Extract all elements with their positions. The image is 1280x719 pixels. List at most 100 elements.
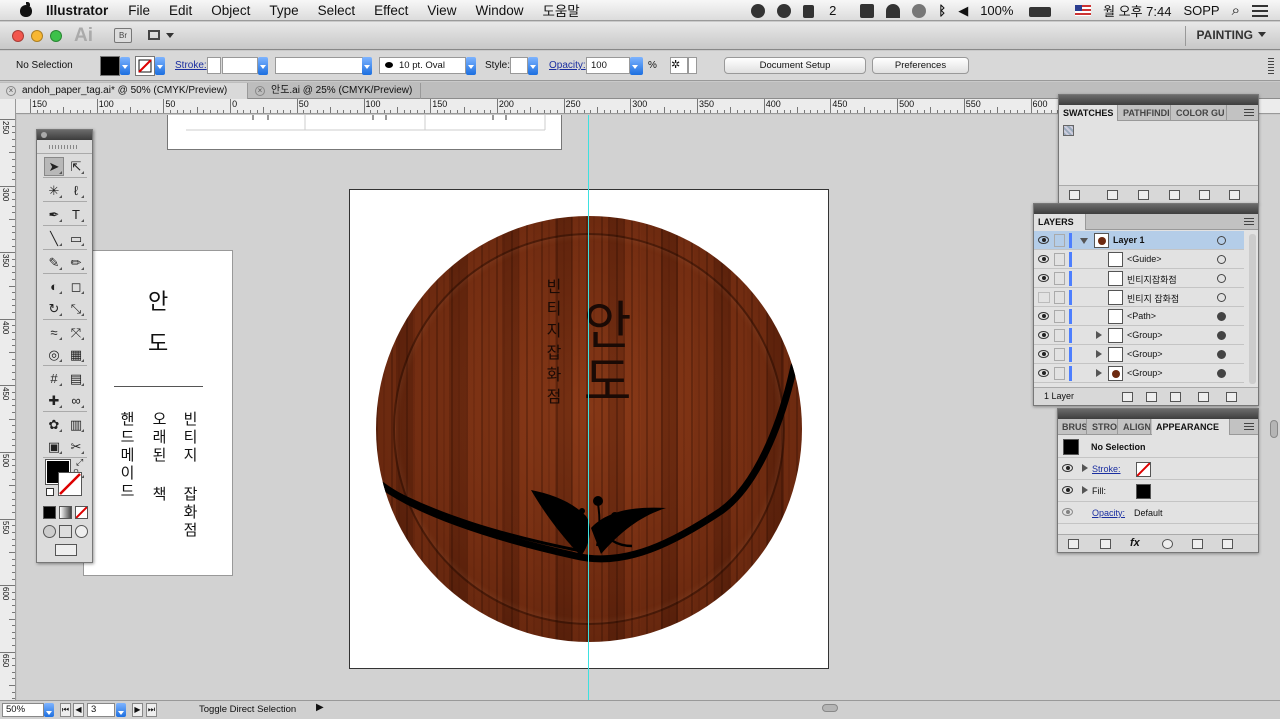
swatch-item[interactable]	[1063, 125, 1074, 136]
preferences-button[interactable]: Preferences	[872, 57, 969, 74]
visibility-eye-icon[interactable]	[1038, 255, 1049, 263]
profile-dropdown[interactable]	[362, 57, 372, 75]
stroke-none-swatch[interactable]	[1136, 462, 1151, 477]
arrange-documents-button[interactable]	[146, 28, 174, 43]
horizontal-scroll-thumb[interactable]	[822, 704, 838, 712]
artboard-number-field[interactable]: 3	[87, 703, 115, 717]
menu-clock[interactable]: 월 오후 7:44	[1103, 1, 1171, 20]
tab-ando[interactable]: × 안도.ai @ 25% (CMYK/Preview)	[249, 83, 421, 99]
visibility-eye-icon[interactable]	[1062, 486, 1073, 494]
next-artboard-button[interactable]: ▶	[132, 703, 143, 717]
warp-tool[interactable]: ≈	[44, 323, 64, 342]
tab-andoh-paper-tag[interactable]: × andoh_paper_tag.ai* @ 50% (CMYK/Previe…	[0, 83, 248, 99]
menu-select[interactable]: Select	[318, 3, 356, 18]
make-clipping-mask-icon[interactable]	[1146, 392, 1157, 402]
mesh-tool[interactable]: #	[44, 369, 64, 388]
appearance-fill-row[interactable]: Fill:	[1058, 481, 1258, 502]
menu-window[interactable]: Window	[475, 3, 523, 18]
brush-dropdown[interactable]	[466, 57, 476, 75]
artboard-dropdown[interactable]	[116, 703, 126, 717]
graph-tool[interactable]: ▥	[66, 415, 86, 434]
layer-row-sublayer[interactable]: <Group>	[1034, 364, 1244, 383]
none-mode-button[interactable]	[75, 506, 88, 519]
stroke-weight-input[interactable]	[222, 57, 258, 74]
notification-center-icon[interactable]	[1252, 4, 1268, 17]
scale-tool[interactable]: ⤡	[66, 299, 86, 318]
selection-tool[interactable]: ➤	[44, 157, 64, 176]
perspective-tool[interactable]: ▦	[66, 345, 86, 364]
document-setup-button[interactable]: Document Setup	[724, 57, 866, 74]
layer-name[interactable]: 빈티지 잡화점	[1127, 292, 1179, 305]
new-layer-icon[interactable]	[1198, 392, 1209, 402]
menu-app-name[interactable]: Illustrator	[46, 3, 108, 18]
recolor-artwork-button[interactable]: ✲	[670, 57, 688, 74]
symbol-sprayer-tool[interactable]: ✿	[44, 415, 64, 434]
lock-toggle[interactable]	[1054, 253, 1065, 266]
screen-mode-button[interactable]	[55, 544, 77, 556]
bridge-button[interactable]: Br	[114, 28, 132, 43]
tools-panel-grip[interactable]	[37, 140, 92, 154]
expand-triangle-icon[interactable]	[1082, 464, 1092, 472]
opacity-attr-link[interactable]: Opacity:	[1092, 508, 1125, 518]
close-window-button[interactable]	[12, 30, 24, 42]
stroke-weight-dropdown[interactable]	[258, 57, 268, 75]
tab-layers[interactable]: LAYERS	[1034, 214, 1086, 230]
horizontal-scrollbar[interactable]	[330, 704, 1280, 714]
lock-toggle[interactable]	[1054, 310, 1065, 323]
prev-artboard-button[interactable]: ◀	[73, 703, 84, 717]
collapse-triangle-icon[interactable]	[1080, 238, 1088, 248]
layer-row-sublayer[interactable]: <Group>	[1034, 345, 1244, 364]
visibility-eye-icon[interactable]	[1038, 350, 1049, 358]
layer-name[interactable]: Layer 1	[1113, 235, 1145, 245]
stroke-panel-link[interactable]: Stroke:	[175, 60, 207, 71]
stroke-color-swatch[interactable]	[58, 472, 82, 496]
draw-normal-button[interactable]	[43, 525, 56, 538]
delete-layer-icon[interactable]	[1226, 392, 1237, 402]
swap-fill-stroke-icon[interactable]: ⤢	[76, 457, 83, 468]
vertical-guide[interactable]	[588, 115, 589, 700]
swatch-libraries-icon[interactable]	[1069, 190, 1080, 200]
brush-definition-select[interactable]: 10 pt. Oval	[379, 57, 466, 74]
expand-triangle-icon[interactable]	[1096, 331, 1106, 339]
wifi-icon[interactable]	[886, 3, 901, 18]
layer-name[interactable]: <Group>	[1127, 349, 1163, 359]
zoom-field[interactable]: 50%	[2, 703, 44, 717]
visibility-eye-icon[interactable]	[1062, 464, 1073, 472]
style-dropdown[interactable]	[528, 57, 538, 75]
workspace-switcher[interactable]: PAINTING	[1197, 28, 1266, 42]
vertical-scroll-thumb[interactable]	[1270, 420, 1278, 438]
gradient-mode-button[interactable]	[59, 506, 72, 519]
menu-effect[interactable]: Effect	[374, 3, 408, 18]
bluetooth-icon[interactable]: ᛒ	[938, 3, 946, 18]
panel-menu-icon[interactable]	[1244, 423, 1254, 431]
panel-menu-icon[interactable]	[1244, 218, 1254, 226]
vertical-ruler[interactable]: 250 300 350 400 450 500 550 600 650	[0, 99, 16, 700]
swatch-options-icon[interactable]	[1138, 190, 1149, 200]
layer-name[interactable]: <Group>	[1127, 330, 1163, 340]
menu-user[interactable]: SOPP	[1183, 3, 1219, 18]
default-fill-stroke-icon[interactable]	[46, 488, 54, 496]
line-tool[interactable]: ╲	[44, 229, 64, 248]
adobe-status[interactable]: 2	[802, 3, 849, 19]
fill-swatch[interactable]	[100, 56, 120, 76]
appearance-stroke-row[interactable]: Stroke:	[1058, 459, 1258, 480]
menu-edit[interactable]: Edit	[169, 3, 192, 18]
time-machine-icon[interactable]	[912, 3, 927, 18]
lock-toggle[interactable]	[1054, 348, 1065, 361]
artboard-tool[interactable]: ▣	[44, 437, 64, 456]
opacity-panel-link[interactable]: Opacity:	[549, 60, 586, 71]
add-new-stroke-icon[interactable]	[1068, 539, 1079, 549]
wood-seal-artwork[interactable]: 빈티지잡화점 안도	[376, 216, 802, 642]
opacity-input[interactable]: 100	[586, 57, 630, 74]
eraser-tool[interactable]: ◻	[66, 277, 86, 296]
stroke-dropdown[interactable]	[155, 57, 165, 75]
layers-panel-header[interactable]	[1034, 204, 1258, 214]
zoom-window-button[interactable]	[50, 30, 62, 42]
close-tab-icon[interactable]: ×	[6, 86, 16, 96]
status-mode-text[interactable]: Toggle Direct Selection	[199, 704, 296, 715]
target-circle-icon[interactable]	[1217, 274, 1226, 283]
layer-row-sublayer[interactable]: <Guide>	[1034, 250, 1244, 269]
stroke-attr-link[interactable]: Stroke:	[1092, 464, 1121, 474]
layer-name[interactable]: <Guide>	[1127, 254, 1162, 264]
gradient-tool[interactable]: ▤	[66, 369, 86, 388]
